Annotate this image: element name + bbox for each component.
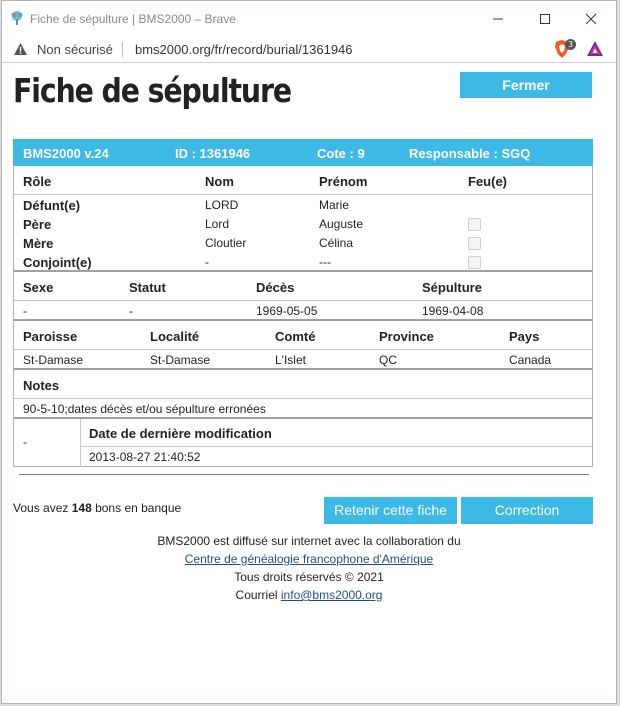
record-version: BMS2000 v.24: [23, 146, 109, 161]
column-header-paroisse: Paroisse: [23, 329, 78, 344]
footer-line-1: BMS2000 est diffusé sur internet avec la…: [157, 534, 461, 548]
minimize-icon[interactable]: [486, 7, 510, 31]
warning-icon[interactable]: [13, 42, 28, 56]
person-prenom: Marie: [319, 198, 350, 212]
burial-record: BMS2000 v.24 ID : 1361946 Cote : 9 Respo…: [13, 139, 593, 467]
feu-checkbox[interactable]: [468, 218, 481, 231]
column-header-comte: Comté: [275, 329, 316, 344]
localite-value: St-Damase: [150, 353, 211, 367]
record-id: ID : 1361946: [175, 146, 251, 161]
paroisse-value: St-Damase: [23, 353, 84, 367]
column-header-pays: Pays: [509, 329, 540, 344]
address-divider: [122, 42, 123, 57]
separator-line: [19, 474, 589, 475]
column-header-prenom: Prénom: [319, 174, 368, 189]
location-section: Paroisse Localité Comté Province Pays St…: [13, 321, 593, 370]
credits-prefix: Vous avez: [13, 501, 72, 515]
close-button[interactable]: Fermer: [460, 72, 592, 98]
persons-section: Rôle Nom Prénom Feu(e) Défunt(e) LORD Ma…: [13, 166, 593, 272]
person-prenom: Auguste: [319, 217, 364, 231]
person-role: Défunt(e): [23, 198, 81, 213]
maximize-icon[interactable]: [533, 7, 557, 31]
modification-date: 2013-08-27 21:40:52: [89, 450, 201, 464]
person-role: Mère: [23, 236, 54, 251]
sepulture-date: 1969-04-08: [422, 304, 484, 318]
divider: [14, 194, 592, 195]
notes-section: Notes 90-5-10;dates décès et/ou sépultur…: [13, 370, 593, 419]
notes-label: Notes: [23, 378, 60, 393]
close-icon[interactable]: [579, 7, 603, 31]
credits-count: 148: [71, 501, 92, 515]
column-header-sepulture: Sépulture: [422, 280, 482, 295]
column-header-deces: Décès: [256, 280, 295, 295]
pays-value: Canada: [509, 353, 552, 367]
column-header-province: Province: [379, 329, 434, 344]
security-label[interactable]: Non sécurisé: [37, 42, 113, 57]
person-nom: -: [205, 255, 209, 269]
divider: [80, 419, 81, 467]
shields-count-badge: 3: [565, 39, 576, 50]
person-nom: Lord: [205, 217, 230, 231]
deces-date: 1969-05-05: [256, 304, 318, 318]
feu-checkbox[interactable]: [468, 237, 481, 250]
email-prefix: Courriel: [235, 588, 281, 602]
window-title: Fiche de sépulture | BMS2000 – Brave: [30, 12, 236, 26]
person-nom: Cloutier: [205, 236, 247, 250]
person-role: Père: [23, 217, 52, 232]
footer-line-4: Courriel info@bms2000.org: [2, 588, 616, 602]
browser-window: Fiche de sépulture | BMS2000 – Brave Non…: [1, 0, 617, 704]
column-header-feu: Feu(e): [468, 174, 507, 189]
footer-copyright: Tous droits réservés © 2021: [234, 570, 384, 584]
notes-text: 90-5-10;dates décès et/ou sépulture erro…: [23, 402, 266, 416]
page-content: Fiche de sépulture Fermer BMS2000 v.24 I…: [2, 64, 616, 702]
correction-button[interactable]: Correction: [461, 497, 593, 524]
cgfa-link[interactable]: Centre de généalogie francophone d'Améri…: [185, 552, 433, 566]
person-role: Conjoint(e): [23, 255, 92, 270]
record-cote: Cote : 9: [317, 146, 365, 161]
tree-app-icon: [11, 11, 23, 25]
column-header-localite: Localité: [150, 329, 200, 344]
person-prenom: Célina: [319, 236, 354, 250]
brave-rewards-icon[interactable]: [586, 40, 604, 58]
divider: [14, 349, 592, 350]
page-title: Fiche de sépulture: [13, 71, 292, 110]
person-prenom: ---: [319, 255, 331, 269]
column-header-nom: Nom: [205, 174, 234, 189]
title-bar: Fiche de sépulture | BMS2000 – Brave: [2, 1, 616, 37]
credits-suffix: bons en banque: [91, 501, 182, 515]
province-value: QC: [379, 353, 397, 367]
divider: [81, 446, 592, 447]
modification-section: - Date de dernière modification 2013-08-…: [13, 419, 593, 467]
sexe-value: -: [23, 304, 27, 318]
vitals-section: Sexe Statut Décès Sépulture - - 1969-05-…: [13, 272, 593, 321]
person-nom: LORD: [205, 198, 239, 212]
record-responsable: Responsable : SGQ: [409, 146, 531, 161]
column-header-sexe: Sexe: [23, 280, 54, 295]
record-header: BMS2000 v.24 ID : 1361946 Cote : 9 Respo…: [13, 139, 593, 166]
comte-value: L'Islet: [275, 353, 306, 367]
feu-checkbox[interactable]: [468, 256, 481, 269]
column-header-statut: Statut: [129, 280, 166, 295]
divider: [14, 398, 592, 399]
keep-record-button[interactable]: Retenir cette fiche: [324, 497, 457, 524]
statut-value: -: [129, 304, 133, 318]
divider: [14, 300, 592, 301]
email-link[interactable]: info@bms2000.org: [281, 588, 383, 602]
credits-info: Vous avez 148 bons en banque: [13, 501, 181, 515]
modification-left-value: -: [23, 435, 27, 449]
column-header-role: Rôle: [23, 174, 52, 189]
url-field[interactable]: bms2000.org/fr/record/burial/1361946: [135, 42, 353, 57]
modification-label: Date de dernière modification: [89, 426, 272, 441]
footer-line-2: Centre de généalogie francophone d'Améri…: [2, 552, 616, 566]
address-bar: Non sécurisé bms2000.org/fr/record/buria…: [2, 37, 616, 63]
